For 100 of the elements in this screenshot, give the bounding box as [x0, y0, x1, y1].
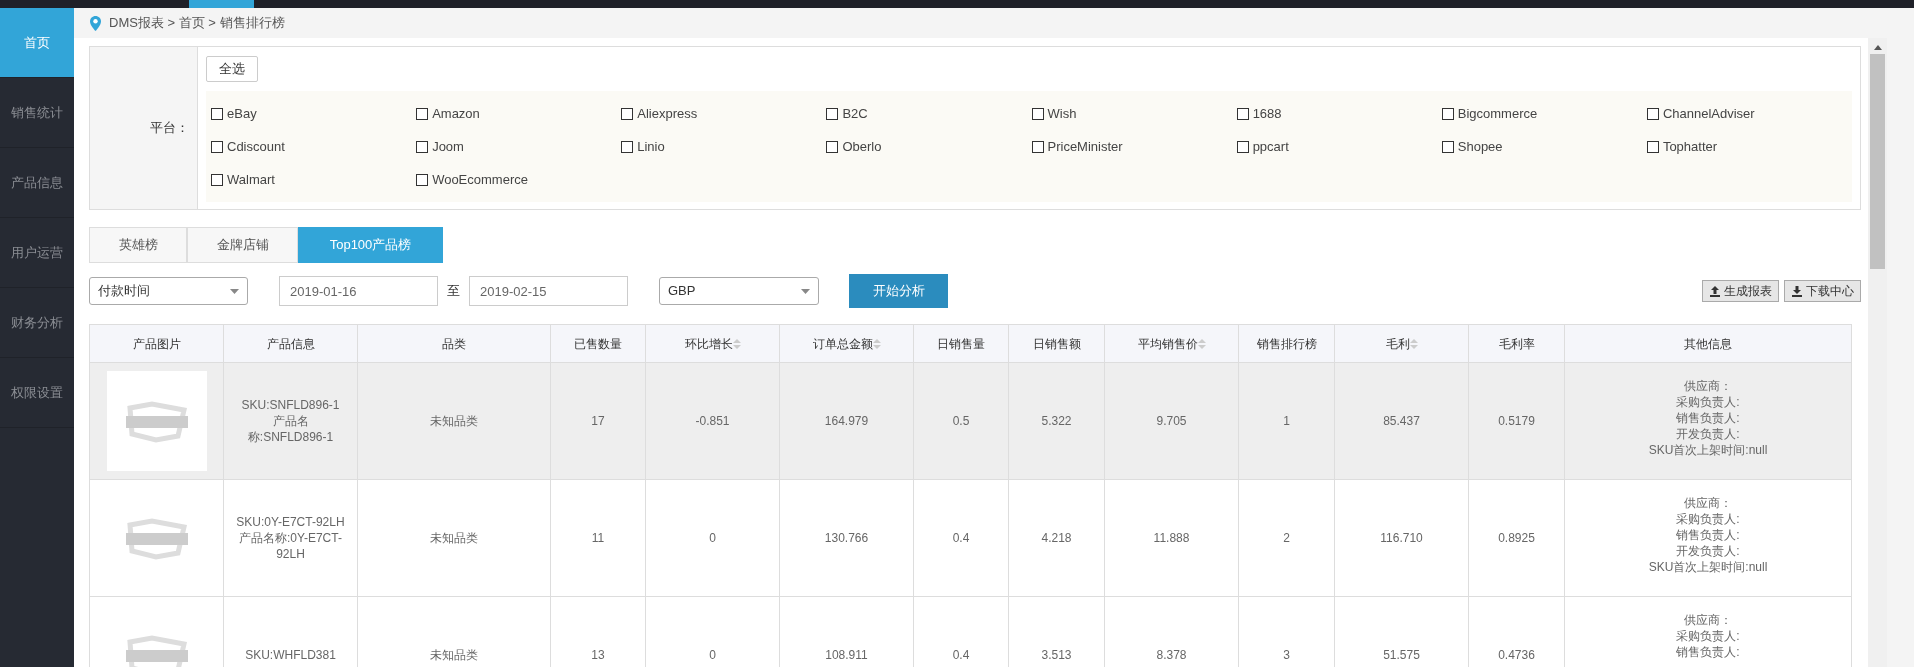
table-cell: 0	[709, 648, 716, 662]
platform-label: ppcart	[1252, 137, 1289, 156]
checkbox[interactable]	[1646, 140, 1659, 153]
other-info-line: 采购负责人:	[1675, 511, 1741, 527]
table-row[interactable]: SKU:SNFLD896-1 产品名 称:SNFLD896-1 未知品类 17 -0.851 164.979 0.5 5.322 9.705 1 85.437 0.5179 供应商： 采购负责人: 销售负责人: 开发负责人: SKU首次上架时间:null	[89, 362, 1852, 480]
column-header[interactable]: 毛利	[1385, 334, 1410, 353]
product-info-line: 92LH	[275, 546, 306, 562]
platform-label: B2C	[842, 104, 868, 123]
checkbox[interactable]	[211, 173, 223, 186]
product-info-line: 称:SNFLD896-1	[246, 429, 335, 445]
select-all-button[interactable]: 全选	[206, 56, 258, 82]
platform-label: WooEcommerce	[432, 170, 528, 189]
table-cell: 0.4	[952, 648, 970, 662]
column-header[interactable]: 平均销售价	[1137, 334, 1198, 353]
table-cell: 未知品类	[430, 531, 478, 545]
checkbox[interactable]	[1031, 107, 1044, 120]
table-cell: 0.5	[952, 414, 970, 428]
platform-label: Wish	[1047, 104, 1077, 123]
table-cell: 164.979	[824, 414, 869, 428]
checkbox[interactable]	[621, 107, 634, 120]
table-cell: 5.322	[1041, 414, 1072, 428]
column-header[interactable]: 订单总金额	[812, 334, 873, 353]
checkbox[interactable]	[1646, 107, 1659, 120]
time-type-select[interactable]: 付款时间	[89, 277, 248, 305]
product-info-line: SKU:SNFLD896-1	[240, 397, 341, 413]
table-cell: 0.4736	[1498, 648, 1535, 662]
table-cell: 13	[591, 648, 605, 662]
table-cell: 116.710	[1380, 531, 1423, 545]
checkbox[interactable]	[1441, 107, 1454, 120]
top-bar-indicator	[189, 0, 254, 8]
table-cell: 4.218	[1041, 531, 1072, 545]
checkbox[interactable]	[1236, 107, 1249, 120]
tab[interactable]: 金牌店铺	[187, 227, 298, 263]
platform-label: Shopee	[1457, 137, 1503, 156]
checkbox[interactable]	[1441, 140, 1454, 153]
end-date-field[interactable]: 2019-02-15	[469, 276, 628, 306]
scrollbar-thumb[interactable]	[1870, 54, 1885, 269]
table-cell: 85.437	[1383, 414, 1420, 428]
location-pin-icon	[90, 15, 101, 31]
dropdown-caret-icon	[230, 288, 239, 294]
platform-label: 1688	[1252, 104, 1282, 123]
checkbox[interactable]	[1031, 140, 1044, 153]
table-cell: 3.513	[1041, 648, 1072, 662]
checkbox[interactable]	[416, 173, 429, 186]
other-info-line: 开发负责人:	[1675, 543, 1741, 559]
other-info-line: 供应商：	[1683, 378, 1733, 394]
product-info-line: 产品名称:0Y-E7CT-	[238, 530, 343, 546]
checkbox[interactable]	[416, 107, 429, 120]
column-header: 日销售额	[1032, 335, 1081, 353]
table-cell: 9.705	[1156, 414, 1187, 428]
column-header[interactable]: 环比增长	[684, 334, 733, 353]
table-cell: 未知品类	[430, 648, 478, 662]
scroll-up-arrow-icon[interactable]	[1873, 45, 1882, 50]
column-header: 日销售量	[937, 335, 985, 353]
checkbox[interactable]	[621, 140, 634, 153]
column-header: 品类	[442, 335, 466, 353]
range-separator: 至	[447, 282, 460, 301]
upload-icon	[1709, 285, 1721, 297]
table-row[interactable]: SKU:0Y-E7CT-92LH 产品名称:0Y-E7CT- 92LH 未知品类 11 0 130.766 0.4 4.218 11.888 2 116.710 0.8925 供应商： 采购负责人: 销售负责人: 开发负责人: SKU首次上架时间:null	[89, 479, 1852, 597]
table-cell: 2	[1283, 531, 1290, 545]
other-info-line: SKU首次上架时间:null	[1647, 442, 1769, 458]
table-cell: 11	[591, 531, 605, 545]
currency-select[interactable]: GBP	[659, 277, 819, 305]
platform-label: Tophatter	[1662, 137, 1718, 156]
table-row[interactable]: SKU:WHFLD381 未知品类 13 0 108.911 0.4 3.513 8.378 3 51.575 0.4736 供应商： 采购负责人: 销售负责人:	[89, 596, 1852, 667]
other-info-line: 供应商：	[1683, 612, 1733, 628]
other-info-line: 销售负责人:	[1675, 644, 1741, 660]
column-header: 产品图片	[132, 335, 181, 353]
tab[interactable]: 英雄榜	[89, 227, 187, 263]
checkbox[interactable]	[826, 107, 839, 120]
table-cell: 11.888	[1153, 531, 1190, 545]
column-header: 产品信息	[266, 335, 315, 353]
platform-label: Joom	[432, 137, 464, 156]
checkbox[interactable]	[1236, 140, 1249, 153]
checkbox[interactable]	[211, 107, 223, 120]
download-center-button[interactable]: 下载中心	[1784, 280, 1861, 302]
column-header: 毛利率	[1498, 335, 1535, 353]
checkbox[interactable]	[416, 140, 429, 153]
breadcrumb: DMS报表 > 首页 > 销售排行榜	[109, 14, 285, 33]
table-cell: 3	[1283, 648, 1290, 662]
generate-report-button[interactable]: 生成报表	[1702, 280, 1779, 302]
other-info-line: 采购负责人:	[1675, 394, 1741, 410]
product-info-line: 产品名	[271, 413, 310, 429]
platform-label: Cdiscount	[227, 137, 285, 156]
checkbox[interactable]	[826, 140, 839, 153]
table-cell: 108.911	[825, 648, 868, 662]
other-info-line: 销售负责人:	[1675, 410, 1741, 426]
other-info-line: 开发负责人:	[1675, 426, 1741, 442]
checkbox[interactable]	[211, 140, 223, 153]
table-cell: -0.851	[695, 414, 730, 428]
platform-label: eBay	[227, 104, 257, 123]
product-info-line: SKU:0Y-E7CT-92LH	[235, 514, 346, 530]
other-info-line: 销售负责人:	[1675, 527, 1741, 543]
start-analysis-button[interactable]: 开始分析	[849, 274, 948, 308]
platform-label: Aliexpress	[637, 104, 698, 123]
column-header: 已售数量	[574, 335, 622, 353]
platform-label: Walmart	[227, 170, 275, 189]
table-cell: 8.378	[1156, 648, 1187, 662]
dropdown-caret-icon	[801, 288, 810, 294]
start-date-field[interactable]: 2019-01-16	[279, 276, 438, 306]
